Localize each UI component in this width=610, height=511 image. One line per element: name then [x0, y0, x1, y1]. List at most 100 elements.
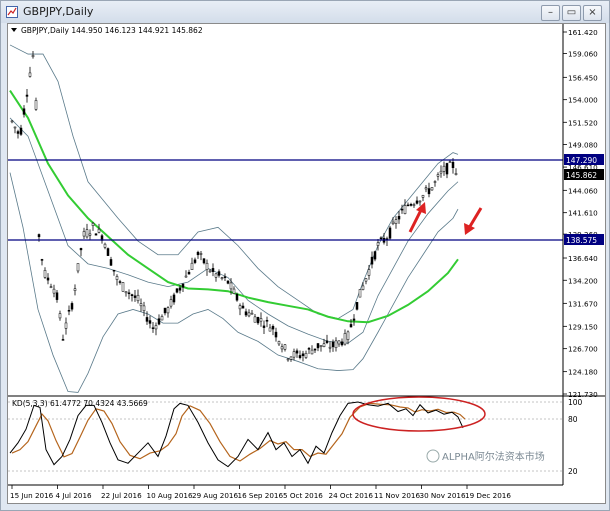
candle-body [52, 288, 56, 294]
candle-body [367, 269, 371, 276]
candle-body [181, 283, 185, 288]
candle-body [298, 355, 302, 359]
candle-body [88, 233, 92, 236]
candle-body [250, 312, 254, 315]
candle-body [106, 248, 110, 256]
candle-body [205, 262, 209, 270]
support-badge-text: 138.575 [566, 236, 597, 245]
candle-body [289, 356, 293, 360]
candle-body [37, 234, 41, 238]
candle-body [97, 228, 101, 233]
candle-body [277, 341, 281, 345]
candle-body [313, 348, 317, 351]
stochastic-panel: KD(5,3,3) 61.4772 70.4324 43.5669 100 80… [8, 396, 583, 485]
candle-body [451, 161, 455, 169]
candle-body [430, 187, 434, 191]
bollinger-bands [9, 44, 459, 393]
date-label: 15 Jun 2016 [10, 491, 54, 500]
candle-body [388, 227, 392, 239]
candle-body [154, 325, 158, 330]
title-bar: GBPJPY,Daily – ▭ × [1, 1, 609, 23]
candle-body [307, 348, 311, 350]
price-label: 161.420 [568, 28, 598, 37]
candle-body [217, 271, 221, 276]
candle-body [94, 233, 98, 236]
stochastic-lines [9, 401, 466, 468]
price-chart[interactable]: GBPJPY,Daily 144.950 146.123 144.921 145… [8, 24, 605, 503]
candle-body [403, 205, 407, 214]
candle-body [232, 288, 236, 294]
candle-body [412, 204, 416, 206]
restore-button[interactable]: ▭ [562, 5, 581, 21]
candle-body [421, 195, 425, 198]
candle-body [28, 72, 32, 77]
candle-body [211, 268, 215, 272]
level-100-label: 100 [568, 398, 583, 407]
candle-body [184, 275, 188, 278]
level-80-label: 80 [568, 415, 578, 424]
candle-body [301, 353, 305, 357]
candle-body [253, 316, 257, 323]
candle-body [85, 229, 89, 238]
candle-body [115, 276, 119, 280]
price-label: 151.520 [568, 118, 598, 127]
candle-body [391, 221, 395, 225]
candle-body [202, 258, 206, 264]
candle-body [262, 325, 266, 328]
candle-body [40, 259, 44, 261]
price-label: 136.640 [568, 254, 598, 263]
candle-body [370, 256, 374, 265]
candle-body [433, 181, 437, 183]
candle-body [13, 126, 17, 129]
window-title: GBPJPY,Daily [23, 5, 94, 18]
candle-body [283, 344, 287, 350]
candle-body [409, 204, 413, 206]
chart-area[interactable]: GBPJPY,Daily 144.950 146.123 144.921 145… [7, 23, 606, 504]
date-label: 5 Oct 2016 [283, 491, 323, 500]
date-label: 11 Nov 2016 [374, 491, 420, 500]
candle-body [178, 287, 182, 291]
candle-body [337, 340, 341, 345]
date-label: 10 Aug 2016 [147, 491, 193, 500]
candle-body [436, 174, 440, 177]
price-label: 141.610 [568, 209, 598, 218]
candle-body [109, 259, 113, 266]
candle-body [376, 242, 380, 246]
price-label: 129.150 [568, 322, 598, 331]
price-label: 144.060 [568, 186, 598, 195]
candle-body [139, 303, 143, 307]
candle-body [316, 343, 320, 349]
candle-body [322, 343, 326, 347]
stoch-k-line [9, 401, 464, 468]
candle-body [244, 311, 248, 316]
candle-body [91, 223, 95, 226]
minimize-button[interactable]: – [541, 5, 560, 21]
watermark: ALPHA阿尔法资本市场 [426, 449, 545, 463]
date-label: 24 Oct 2016 [329, 491, 374, 500]
candle-body [61, 339, 65, 341]
candle-body [31, 55, 35, 58]
candle-body [64, 322, 68, 329]
candle-body [133, 295, 137, 298]
close-button[interactable]: × [583, 5, 602, 21]
chart-icon [6, 6, 18, 18]
resistance-badge-text: 147.290 [566, 156, 597, 165]
candle-body [34, 100, 38, 110]
candle-body [379, 237, 383, 239]
candle-body [163, 307, 167, 314]
support-badge: 138.575 [564, 234, 604, 245]
candle-body [268, 327, 272, 332]
candle-body [46, 277, 50, 281]
candle-body [226, 280, 230, 284]
candle-body [310, 349, 314, 355]
candle-body [235, 294, 239, 301]
price-panel: GBPJPY,Daily 144.950 146.123 144.921 145… [8, 24, 604, 399]
candle-body [334, 340, 338, 348]
candle-body [361, 285, 365, 290]
candle-body [229, 282, 233, 290]
candle-body [331, 341, 335, 348]
date-label: 22 Jul 2016 [101, 491, 142, 500]
candle-body [19, 127, 23, 135]
candle-body [70, 303, 74, 310]
candle-body [364, 278, 368, 282]
